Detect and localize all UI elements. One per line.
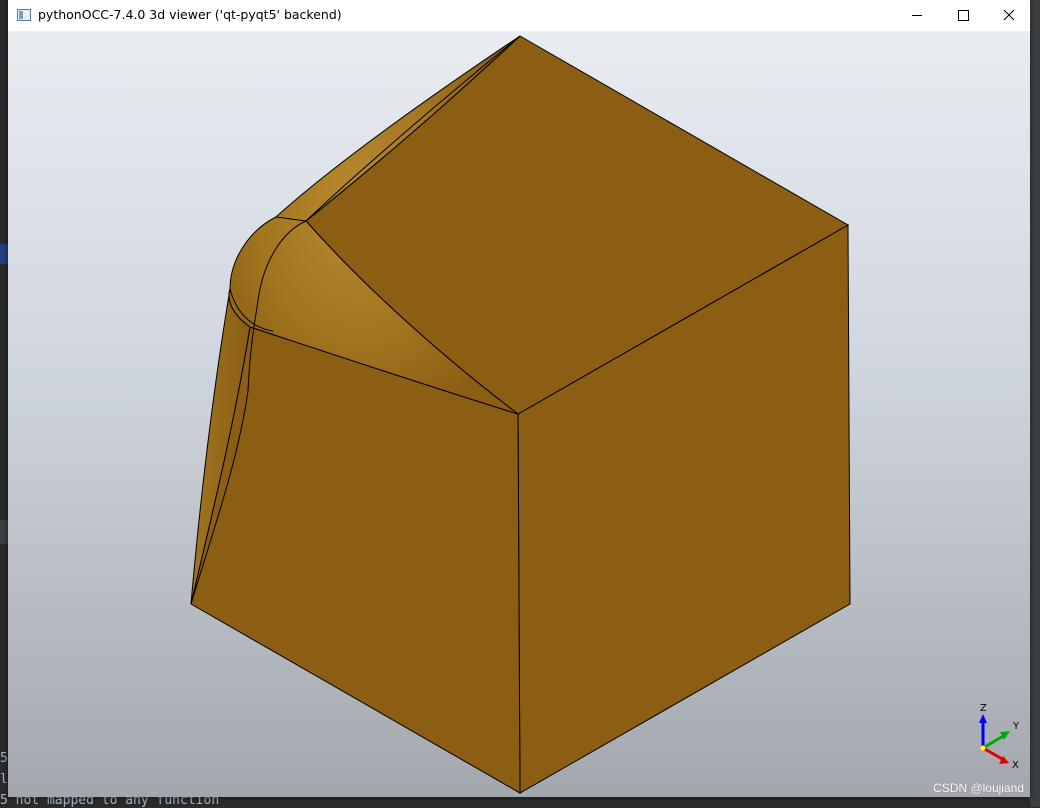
maximize-button[interactable] (940, 0, 986, 31)
minimize-icon (912, 15, 922, 16)
viewer-window: pythonOCC-7.4.0 3d viewer ('qt-pyqt5' ba… (8, 0, 1030, 797)
x-axis-label: X (1012, 760, 1019, 771)
z-axis-arrowhead (979, 714, 987, 723)
window-title: pythonOCC-7.4.0 3d viewer ('qt-pyqt5' ba… (38, 7, 342, 22)
3d-scene: Z Y X (190, 35, 1020, 794)
ide-editor-marker (0, 244, 8, 264)
ide-right-panel (1030, 0, 1040, 807)
close-button[interactable] (986, 0, 1032, 31)
axis-triedron: Z Y X (979, 703, 1020, 771)
minimize-button[interactable] (894, 0, 940, 31)
y-axis (982, 733, 1006, 750)
app-icon (17, 9, 31, 21)
ide-panel-divider (0, 520, 8, 544)
watermark: CSDN @loujiand (933, 781, 1024, 795)
console-line: 5 (0, 751, 8, 766)
x-axis (982, 746, 1005, 762)
title-bar[interactable]: pythonOCC-7.4.0 3d viewer ('qt-pyqt5' ba… (8, 0, 1030, 31)
3d-viewport[interactable]: Z Y X CSDN @loujiand (8, 31, 1030, 797)
maximize-icon (958, 10, 969, 21)
triedron-origin (980, 745, 986, 751)
y-axis-label: Y (1012, 721, 1020, 732)
close-icon (1003, 9, 1015, 21)
z-axis-label: Z (980, 703, 987, 714)
